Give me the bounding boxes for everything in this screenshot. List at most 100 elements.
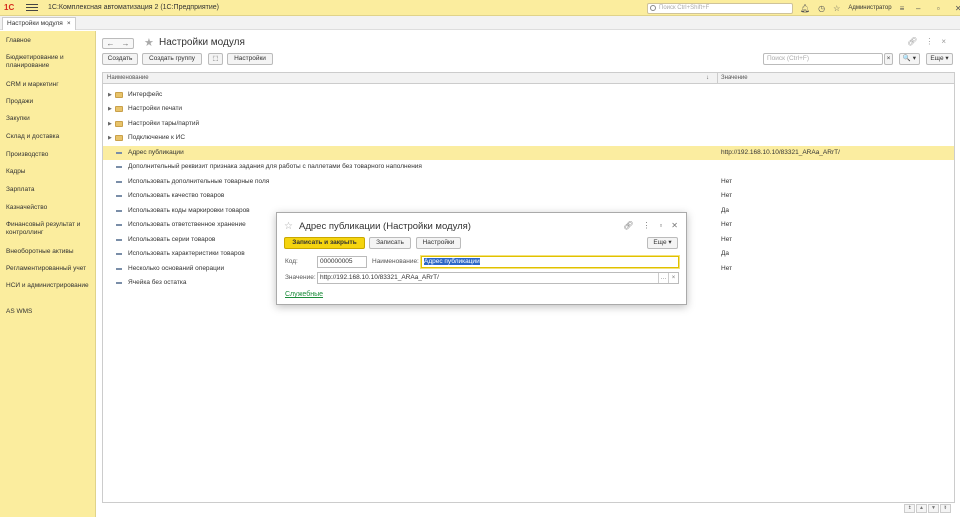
name-field[interactable]: Адрес публикации: [421, 256, 679, 268]
list-scroll-buttons: ⏫︎ ▲ ▼ ⏬︎: [904, 504, 951, 513]
scroll-first-icon[interactable]: ⏫︎: [904, 504, 915, 513]
row-value: http://192.168.10.10/83321_ARAa_ARrT/: [721, 149, 840, 156]
name-field-value: Адрес публикации: [424, 258, 480, 265]
table-row[interactable]: Использовать дополнительные товарные пол…: [103, 175, 954, 189]
sidebar-item-sales[interactable]: Продажи: [6, 98, 92, 106]
global-search-input[interactable]: Поиск Ctrl+Shift+F: [647, 3, 793, 14]
sidebar-item-nsi-admin[interactable]: НСИ и администрирование: [6, 282, 92, 290]
maximize-icon[interactable]: ▫: [659, 221, 662, 230]
scroll-last-icon[interactable]: ⏬︎: [940, 504, 951, 513]
app-logo: 1С: [4, 2, 15, 12]
code-field[interactable]: 000000005: [317, 256, 367, 268]
item-icon: [116, 181, 122, 183]
sidebar-item-financial-result[interactable]: Финансовый результат и контроллинг: [6, 221, 92, 237]
row-name: Использовать коды маркировки товаров: [128, 207, 250, 214]
row-value: Нет: [721, 265, 733, 272]
expand-arrow-icon[interactable]: ▶: [108, 106, 112, 112]
item-edit-dialog: ☆ Адрес публикации (Настройки модуля) 🔗︎…: [276, 212, 687, 305]
settings-menu-icon[interactable]: ≡: [900, 4, 905, 13]
main-menu-icon[interactable]: [26, 2, 38, 14]
history-icon[interactable]: ◷: [818, 4, 825, 13]
sidebar-item-treasury[interactable]: Казначейство: [6, 204, 92, 212]
favorite-star-icon[interactable]: ☆: [284, 221, 293, 232]
page-header-icons: 🔗︎ ⋮ ×: [907, 37, 946, 46]
settings-button[interactable]: Настройки: [416, 237, 461, 249]
sidebar-item-budgeting[interactable]: Бюджетирование и планирование: [6, 54, 92, 70]
table-row[interactable]: ▶ Настройки тары/партий: [103, 117, 954, 131]
settings-button[interactable]: Настройки: [227, 53, 273, 65]
table-row[interactable]: ▶ Подключение к ИС: [103, 131, 954, 145]
favorites-star-icon[interactable]: ☆: [833, 4, 840, 13]
sidebar-item-regulated-accounting[interactable]: Регламентированный учет: [6, 265, 92, 273]
row-name: Настройки тары/партий: [128, 120, 200, 127]
close-tab-icon[interactable]: ×: [67, 18, 71, 30]
more-vertical-icon[interactable]: ⋮: [925, 37, 933, 46]
back-arrow-icon[interactable]: ←: [103, 39, 118, 48]
item-icon: [116, 195, 122, 197]
more-vertical-icon[interactable]: ⋮: [642, 221, 650, 230]
page-title: Настройки модуля: [159, 37, 245, 48]
sidebar-item-production[interactable]: Производство: [6, 151, 92, 159]
sidebar-item-salary[interactable]: Зарплата: [6, 186, 92, 194]
table-row-selected[interactable]: Адрес публикации http://192.168.10.10/83…: [103, 146, 954, 160]
table-row[interactable]: Дополнительный реквизит признака задания…: [103, 160, 954, 174]
table-header: Наименование ↓ Значение: [103, 73, 954, 84]
search-options-button[interactable]: 🔍 ▾: [899, 53, 920, 65]
choose-icon[interactable]: …: [658, 273, 668, 283]
link-icon[interactable]: 🔗︎: [907, 37, 917, 46]
expand-arrow-icon[interactable]: ▶: [108, 135, 112, 141]
app-header: 1С 1С:Комплексная автоматизация 2 (1С:Пр…: [0, 0, 960, 16]
item-icon: [116, 210, 122, 212]
create-button[interactable]: Создать: [102, 53, 138, 65]
sidebar-item-purchases[interactable]: Закупки: [6, 115, 92, 123]
close-window-button[interactable]: ✕: [952, 4, 960, 13]
row-name: Ячейка без остатка: [128, 279, 187, 286]
scroll-down-icon[interactable]: ▼: [928, 504, 939, 513]
sidebar-item-crm[interactable]: CRM и маркетинг: [6, 81, 92, 89]
row-name: Использовать характеристики товаров: [128, 250, 245, 257]
table-row[interactable]: ▶ Настройки печати: [103, 102, 954, 116]
table-row[interactable]: ▶ Интерфейс: [103, 88, 954, 102]
row-name: Использовать серии товаров: [128, 236, 216, 243]
bell-icon[interactable]: 🔔︎: [800, 4, 810, 13]
more-button[interactable]: Еще ▾: [647, 237, 678, 249]
sidebar-item-hr[interactable]: Кадры: [6, 168, 92, 176]
app-title: 1С:Комплексная автоматизация 2 (1С:Предп…: [48, 4, 220, 11]
clear-search-icon[interactable]: ×: [884, 53, 893, 65]
user-name[interactable]: Администратор: [848, 5, 891, 11]
load-list-icon[interactable]: ⬚: [208, 53, 223, 65]
sidebar-item-as-wms[interactable]: AS WMS: [6, 308, 92, 316]
row-name: Дополнительный реквизит признака задания…: [128, 163, 422, 170]
service-link[interactable]: Служебные: [285, 291, 323, 298]
nav-buttons: ← →: [102, 38, 134, 49]
expand-arrow-icon[interactable]: ▶: [108, 92, 112, 98]
link-icon[interactable]: 🔗︎: [623, 221, 633, 230]
tab-module-settings[interactable]: Настройки модуля ×: [2, 17, 76, 30]
value-label: Значение:: [285, 274, 316, 281]
sort-arrow-icon: ↓: [706, 75, 709, 81]
minimize-button[interactable]: –: [912, 4, 924, 13]
sidebar-item-main[interactable]: Главное: [6, 37, 92, 45]
column-header-value[interactable]: Значение: [721, 75, 748, 81]
row-name: Использовать ответственное хранение: [128, 221, 246, 228]
table-row[interactable]: Использовать качество товаров Нет: [103, 189, 954, 203]
folder-icon: [115, 121, 123, 127]
restore-button[interactable]: ▫: [932, 4, 944, 13]
favorite-star-icon[interactable]: ★: [144, 36, 154, 49]
clear-field-icon[interactable]: ×: [668, 273, 678, 283]
close-page-icon[interactable]: ×: [941, 37, 946, 46]
row-name: Использовать дополнительные товарные пол…: [128, 178, 270, 185]
save-button[interactable]: Записать: [369, 237, 411, 249]
forward-arrow-icon[interactable]: →: [118, 39, 133, 48]
value-field[interactable]: http://192.168.10.10/83321_ARAa_ARrT/ … …: [317, 272, 679, 284]
close-dialog-icon[interactable]: ✕: [671, 221, 678, 230]
more-button[interactable]: Еще ▾: [926, 53, 953, 65]
expand-arrow-icon[interactable]: ▶: [108, 121, 112, 127]
sidebar-item-warehouse[interactable]: Склад и доставка: [6, 133, 92, 141]
save-and-close-button[interactable]: Записать и закрыть: [284, 237, 365, 249]
column-header-name[interactable]: Наименование: [107, 75, 149, 81]
create-group-button[interactable]: Создать группу: [142, 53, 202, 65]
scroll-up-icon[interactable]: ▲: [916, 504, 927, 513]
list-search-input[interactable]: Поиск (Ctrl+F): [763, 53, 883, 65]
sidebar-item-fixed-assets[interactable]: Внеоборотные активы: [6, 248, 92, 256]
